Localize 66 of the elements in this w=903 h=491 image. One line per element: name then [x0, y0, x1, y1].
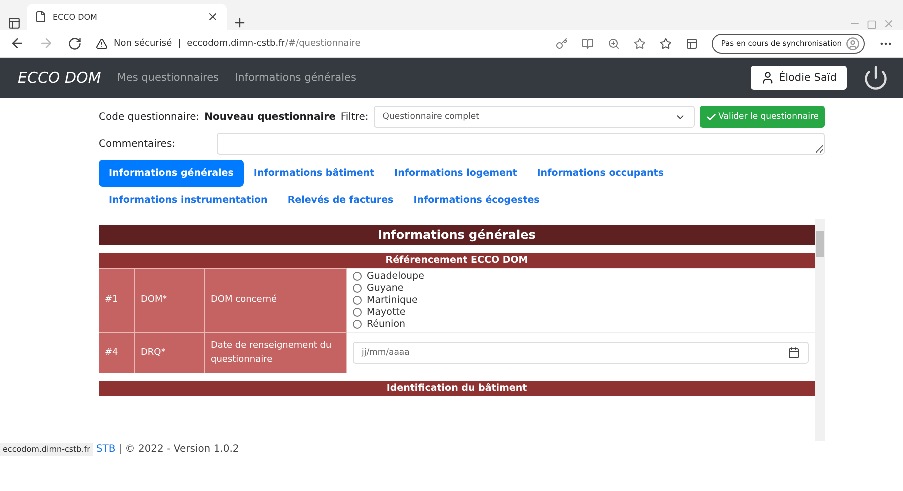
radio-button[interactable] [353, 296, 362, 305]
radio-option[interactable]: Réunion [353, 319, 809, 330]
section-tab[interactable]: Informations bâtiment [244, 160, 385, 187]
nav-link[interactable]: Informations générales [235, 72, 356, 84]
maximize-icon [867, 20, 877, 30]
user-button[interactable]: Élodie Saïd [750, 66, 847, 90]
favorites-icon [660, 38, 672, 50]
table-cell: #1 [99, 268, 135, 332]
browser-tab[interactable]: ECCO DOM [27, 4, 227, 30]
field-label: Commentaires: [99, 138, 176, 150]
zoom-icon [608, 38, 620, 50]
validate-button[interactable]: Valider le questionnaire [700, 106, 825, 128]
footer-link[interactable]: STB [96, 444, 116, 454]
brand[interactable]: ECCO DOM [18, 69, 102, 87]
table-cell: DRQ* [135, 332, 205, 373]
close-icon [207, 11, 219, 23]
calendar-icon [788, 347, 800, 359]
status-url: eccodom.dimn-cstb.fr [0, 442, 94, 456]
questionnaire-code: Nouveau questionnaire [204, 112, 336, 122]
radio-option[interactable]: Mayotte [353, 307, 809, 318]
comments-field[interactable] [216, 133, 825, 155]
radio-button[interactable] [353, 320, 362, 329]
field-label: Code questionnaire: [99, 112, 200, 122]
avatar-icon [846, 36, 860, 50]
new-tab-icon [233, 16, 247, 30]
tab-actions-icon [8, 17, 21, 30]
section-tab[interactable]: Informations instrumentation [99, 187, 278, 214]
back-icon [10, 36, 25, 51]
key-icon [556, 38, 568, 50]
favorite-icon [634, 38, 646, 50]
table-cell: Date de renseignement du questionnaire [205, 332, 347, 373]
date-field[interactable]: jj/mm/aaaa [353, 342, 809, 364]
filter-select[interactable]: Questionnaire complet [374, 106, 695, 128]
radio-option[interactable]: Guadeloupe [353, 271, 809, 282]
group-title: Identification du bâtiment [99, 381, 815, 396]
reload-icon [68, 36, 82, 50]
collections-icon [686, 38, 698, 50]
close-icon [883, 18, 895, 30]
section-title: Informations générales [99, 225, 815, 245]
section-tab[interactable]: Informations générales [99, 160, 244, 187]
table-cell: DOM concerné [205, 268, 347, 332]
page-icon [35, 11, 47, 23]
radio-option[interactable]: Martinique [353, 295, 809, 306]
table-cell: #4 [99, 332, 135, 373]
section-tab[interactable]: Informations occupants [527, 160, 674, 187]
field-label: Filtre: [340, 112, 369, 122]
radio-button[interactable] [353, 272, 362, 281]
radio-button[interactable] [353, 284, 362, 293]
radio-option[interactable]: Guyane [353, 283, 809, 294]
power-icon [863, 65, 889, 91]
radio-button[interactable] [353, 308, 362, 317]
url-separator: | [178, 38, 182, 48]
scrollbar[interactable] [815, 219, 825, 441]
section-tab[interactable]: Relevés de factures [278, 187, 404, 214]
group-title: Référencement ECCO DOM [99, 253, 815, 268]
section-tab[interactable]: Informations logement [384, 160, 528, 187]
address-bar[interactable]: Non sécurisé | eccodom.dimn-cstb.fr/#/questionnaire [96, 38, 542, 50]
check-icon [706, 112, 717, 122]
nav-link[interactable]: Mes questionnaires [117, 72, 220, 84]
read-aloud-icon [582, 38, 594, 50]
forward-icon [39, 36, 54, 51]
footer-text: | © 2022 - Version 1.0.2 [118, 444, 240, 454]
table-cell: DOM* [135, 268, 205, 332]
user-icon [760, 71, 775, 85]
section-tab[interactable]: Informations écogestes [404, 187, 550, 214]
warning-icon [96, 38, 108, 50]
